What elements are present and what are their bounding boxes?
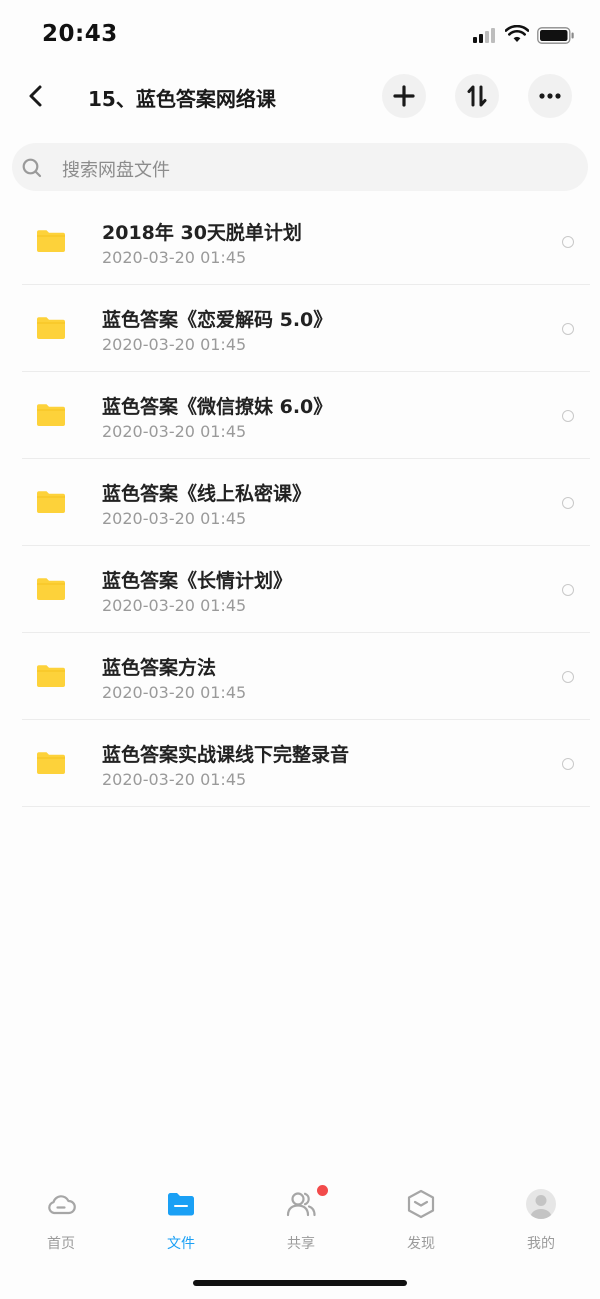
folder-icon xyxy=(37,491,65,513)
status-time: 20:43 xyxy=(42,21,118,47)
file-row[interactable]: 蓝色答案方法 2020-03-20 01:45 xyxy=(0,633,600,720)
tab-label: 首页 xyxy=(47,1236,75,1252)
select-checkbox[interactable] xyxy=(562,758,574,770)
select-checkbox[interactable] xyxy=(562,323,574,335)
file-name: 蓝色答案方法 xyxy=(102,657,217,679)
more-dots-icon xyxy=(539,93,561,99)
hexagon-box-icon xyxy=(407,1189,435,1219)
file-name: 蓝色答案《恋爱解码 5.0》 xyxy=(102,309,333,331)
file-name: 蓝色答案《长情计划》 xyxy=(102,570,293,592)
select-checkbox[interactable] xyxy=(562,236,574,248)
tab-discover[interactable]: 发现 xyxy=(381,1186,461,1252)
file-row[interactable]: 蓝色答案《线上私密课》 2020-03-20 01:45 xyxy=(0,459,600,546)
battery-icon xyxy=(537,27,574,44)
search-placeholder: 搜索网盘文件 xyxy=(62,160,170,181)
select-checkbox[interactable] xyxy=(562,671,574,683)
file-list: 2018年 30天脱单计划 2020-03-20 01:45 蓝色答案《恋爱解码 5… xyxy=(0,198,600,807)
people-icon xyxy=(286,1192,316,1217)
search-input[interactable]: 搜索网盘文件 xyxy=(12,143,588,191)
tab-label: 发现 xyxy=(407,1236,435,1252)
search-icon xyxy=(22,158,42,178)
cloud-icon xyxy=(48,1195,76,1215)
file-date: 2020-03-20 01:45 xyxy=(102,248,247,267)
file-row[interactable]: 2018年 30天脱单计划 2020-03-20 01:45 xyxy=(0,198,600,285)
tab-label: 文件 xyxy=(167,1236,195,1252)
page-title: 15、蓝色答案网络课 xyxy=(88,87,276,111)
bottom-tab-bar: 首页 文件 共享 发现 我的 xyxy=(0,1180,600,1260)
tab-home[interactable]: 首页 xyxy=(21,1186,101,1252)
file-row[interactable]: 蓝色答案实战课线下完整录音 2020-03-20 01:45 xyxy=(0,720,600,807)
folder-icon xyxy=(37,665,65,687)
plus-icon xyxy=(393,85,415,107)
divider xyxy=(22,806,590,807)
chevron-left-icon xyxy=(29,85,42,107)
signal-icon xyxy=(473,27,497,43)
select-checkbox[interactable] xyxy=(562,584,574,596)
back-button[interactable] xyxy=(20,80,52,112)
folder-icon xyxy=(37,404,65,426)
tab-label: 我的 xyxy=(527,1236,555,1252)
tab-files[interactable]: 文件 xyxy=(141,1186,221,1252)
file-date: 2020-03-20 01:45 xyxy=(102,683,247,702)
file-date: 2020-03-20 01:45 xyxy=(102,770,247,789)
home-indicator xyxy=(193,1280,407,1286)
tab-profile[interactable]: 我的 xyxy=(501,1186,581,1252)
avatar-icon xyxy=(526,1189,556,1219)
file-date: 2020-03-20 01:45 xyxy=(102,509,247,528)
file-row[interactable]: 蓝色答案《长情计划》 2020-03-20 01:45 xyxy=(0,546,600,633)
file-name: 蓝色答案实战课线下完整录音 xyxy=(102,744,350,766)
file-name: 蓝色答案《微信撩妹 6.0》 xyxy=(102,396,333,418)
file-name: 2018年 30天脱单计划 xyxy=(102,222,302,244)
folder-icon xyxy=(37,317,65,339)
file-date: 2020-03-20 01:45 xyxy=(102,596,247,615)
add-button[interactable] xyxy=(382,74,426,118)
file-date: 2020-03-20 01:45 xyxy=(102,335,247,354)
file-row[interactable]: 蓝色答案《微信撩妹 6.0》 2020-03-20 01:45 xyxy=(0,372,600,459)
screen: 20:43 15、蓝色答案网络课 搜索网盘文件 2018年 30天脱单计划 20… xyxy=(0,0,600,1299)
notification-badge xyxy=(316,1184,329,1197)
tab-label: 共享 xyxy=(287,1236,315,1252)
file-date: 2020-03-20 01:45 xyxy=(102,422,247,441)
sort-arrows-icon xyxy=(467,85,487,107)
more-button[interactable] xyxy=(528,74,572,118)
folder-icon xyxy=(168,1193,194,1216)
status-bar: 20:43 xyxy=(0,0,600,70)
select-checkbox[interactable] xyxy=(562,497,574,509)
sort-button[interactable] xyxy=(455,74,499,118)
file-row[interactable]: 蓝色答案《恋爱解码 5.0》 2020-03-20 01:45 xyxy=(0,285,600,372)
folder-icon xyxy=(37,578,65,600)
wifi-icon xyxy=(505,25,529,42)
file-name: 蓝色答案《线上私密课》 xyxy=(102,483,312,505)
tab-share[interactable]: 共享 xyxy=(261,1184,341,1252)
select-checkbox[interactable] xyxy=(562,410,574,422)
top-nav: 15、蓝色答案网络课 xyxy=(0,70,600,130)
folder-icon xyxy=(37,230,65,252)
folder-icon xyxy=(37,752,65,774)
